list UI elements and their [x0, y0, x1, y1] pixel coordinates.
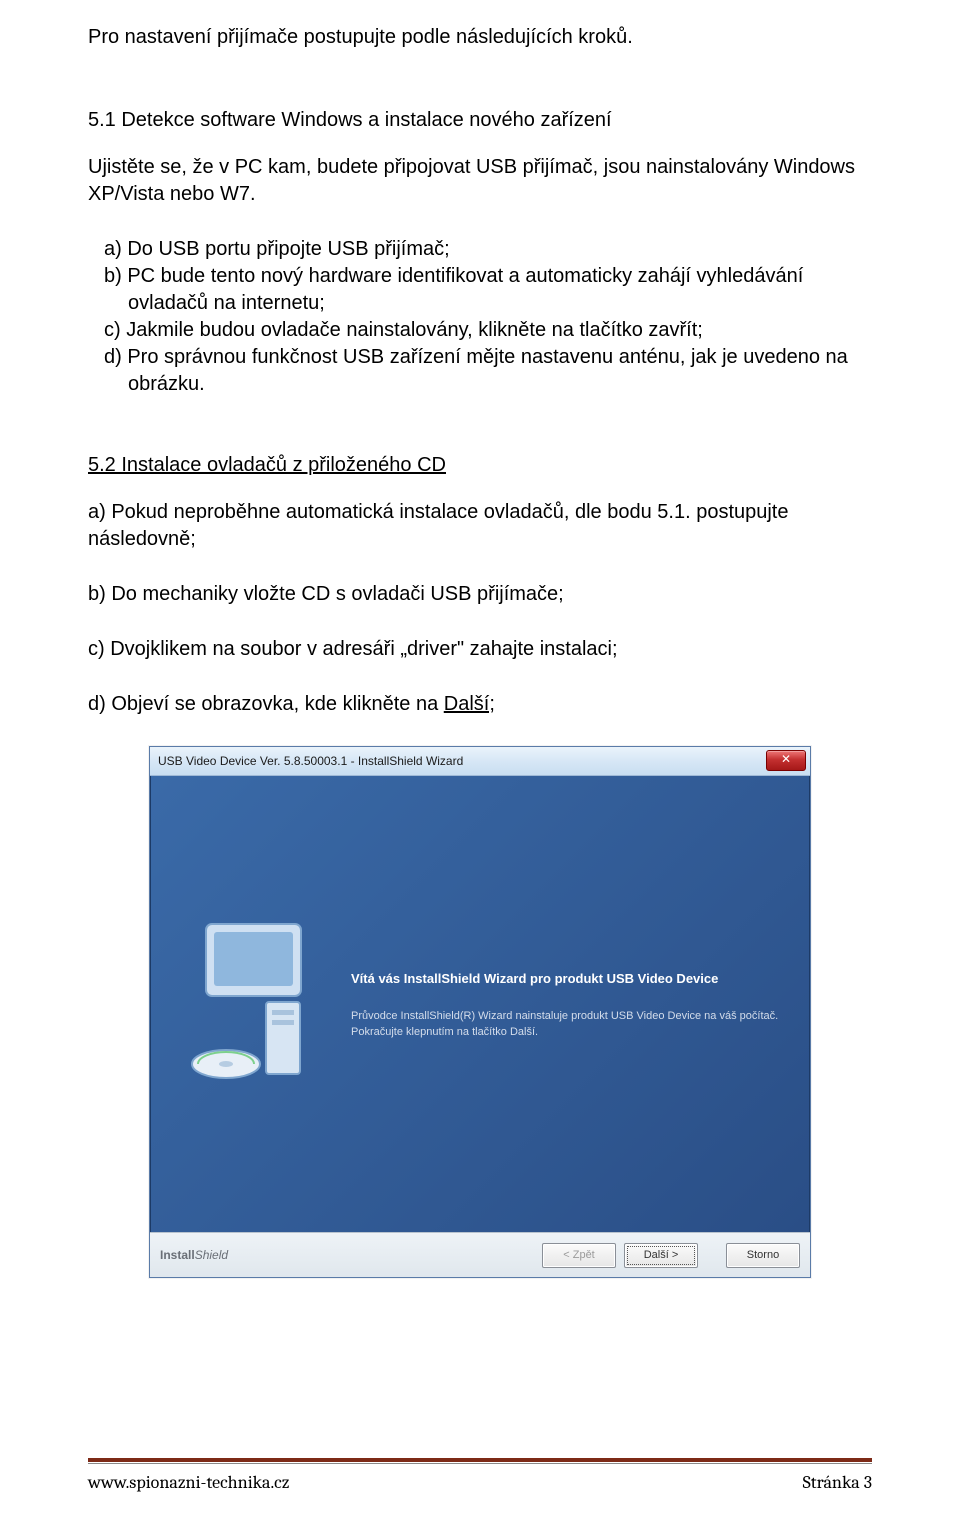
list-item: a) Do USB portu připojte USB přijímač; — [88, 236, 872, 263]
section-5-2-item-c: c) Dvojklikem na soubor v adresáři „driv… — [88, 636, 872, 663]
installer-client-area: Vítá vás InstallShield Wizard pro produk… — [150, 776, 810, 1232]
intro-text: Pro nastavení přijímače postupujte podle… — [88, 24, 872, 51]
back-button[interactable]: < Zpět — [542, 1243, 616, 1268]
cancel-button[interactable]: Storno — [726, 1243, 800, 1268]
installer-line1: Průvodce InstallShield(R) Wizard nainsta… — [351, 1010, 809, 1022]
close-button[interactable]: ✕ — [766, 750, 806, 771]
titlebar-text: USB Video Device Ver. 5.8.50003.1 - Inst… — [150, 754, 463, 768]
list-item: b) PC bude tento nový hardware identifik… — [88, 263, 872, 317]
footer-rule-thick — [88, 1458, 872, 1462]
next-button[interactable]: Další > — [624, 1243, 698, 1268]
section-5-2-item-d: d) Objeví se obrazovka, kde klikněte na … — [88, 691, 872, 718]
installer-button-bar: InstallShield < Zpět Další > Storno — [150, 1232, 810, 1277]
footer-rule-thin — [88, 1463, 872, 1464]
titlebar: USB Video Device Ver. 5.8.50003.1 - Inst… — [150, 747, 810, 776]
installer-window: USB Video Device Ver. 5.8.50003.1 - Inst… — [149, 746, 811, 1278]
footer-right: Stránka 3 — [803, 1472, 872, 1493]
item-d-link-text: Další; — [444, 693, 495, 715]
section-5-1-para: Ujistěte se, že v PC kam, budete připojo… — [88, 154, 872, 208]
list-item: c) Jakmile budou ovladače nainstalovány,… — [88, 317, 872, 344]
footer-left: www.spionazni-technika.cz — [88, 1472, 289, 1493]
item-d-pretext: d) Objeví se obrazovka, kde klikněte na — [88, 693, 444, 715]
section-5-2-item-a: a) Pokud neproběhne automatická instalac… — [88, 499, 872, 553]
section-5-2-title: 5.2 Instalace ovladačů z přiloženého CD — [88, 452, 872, 479]
brand-rest: Shield — [195, 1248, 228, 1262]
close-icon: ✕ — [781, 752, 791, 766]
installer-text-column: Vítá vás InstallShield Wizard pro produk… — [351, 971, 809, 1038]
computer-cd-icon — [176, 914, 326, 1094]
installer-heading: Vítá vás InstallShield Wizard pro produk… — [351, 971, 809, 986]
section-5-2-item-b: b) Do mechaniky vložte CD s ovladači USB… — [88, 581, 872, 608]
installer-line2: Pokračujte klepnutím na tlačítko Další. — [351, 1026, 809, 1038]
installer-art-column — [151, 914, 351, 1094]
page-footer: www.spionazni-technika.cz Stránka 3 — [88, 1458, 872, 1493]
brand-bold: Install — [160, 1248, 195, 1262]
installshield-brand: InstallShield — [160, 1248, 228, 1262]
section-5-1-title: 5.1 Detekce software Windows a instalace… — [88, 107, 872, 134]
section-5-1-list: a) Do USB portu připojte USB přijímač; b… — [88, 236, 872, 398]
list-item: d) Pro správnou funkčnost USB zařízení m… — [88, 344, 872, 398]
